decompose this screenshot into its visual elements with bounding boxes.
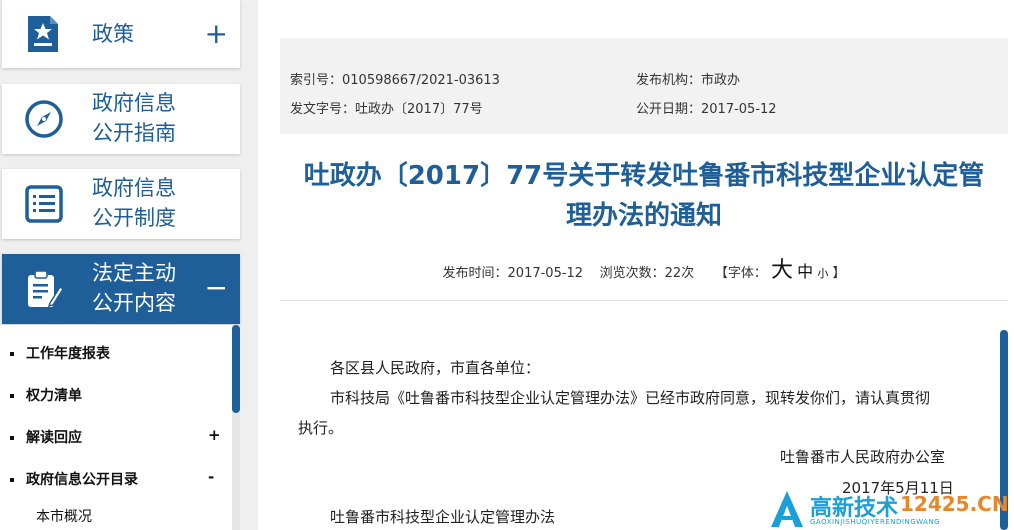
sidebar-item-policy[interactable]: 政策 + [2, 0, 240, 68]
sidebar-item-label: 公开内容 [92, 291, 176, 315]
watermark: 高新技术 12425.CN GAOXINJISHUQIYERENDINGWANG [770, 488, 1014, 530]
expand-toggle[interactable]: + [208, 426, 221, 444]
view-count: 浏览次数：22次 [599, 266, 695, 281]
page-title: 吐政办〔2017〕77号关于转发吐鲁番市科技型企业认定管 理办法的通知 [303, 161, 985, 231]
sidebar-subitem[interactable]: 权力清单 [10, 385, 82, 405]
document-meta: 索引号：010598667/2021-03613 发布机构：市政办 发文字号：吐… [280, 38, 1008, 134]
star-document-icon [24, 14, 64, 54]
scrollbar-thumb[interactable] [232, 325, 240, 413]
attachment-title: 吐鲁番市科技型企业认定管理办法 [330, 508, 556, 526]
font-large-button[interactable]: 大 [771, 258, 793, 283]
bullet-icon [10, 394, 14, 398]
sidebar-subchild[interactable]: 本市概况 [36, 506, 92, 526]
list-document-icon [24, 184, 64, 224]
sidebar-item-system[interactable]: 政府信息 公开制度 [2, 169, 240, 239]
sidebar: 政策 + 政府信息 公开指南 政府信息 公开制度 法定主动 公开内容 − 工作年… [0, 0, 258, 530]
bullet-icon [10, 478, 14, 482]
bullet-icon [10, 352, 14, 356]
watermark-domain: 12425.CN [900, 492, 1009, 516]
font-medium-button[interactable]: 中 [797, 262, 813, 281]
sidebar-item-label: 政府信息 [92, 176, 176, 200]
bullet-icon [10, 436, 14, 440]
sidebar-item-statutory[interactable]: 法定主动 公开内容 − [2, 254, 240, 324]
sidebar-item-guide[interactable]: 政府信息 公开指南 [2, 84, 240, 154]
sidebar-subitem[interactable]: 工作年度报表 [10, 343, 110, 363]
sidebar-item-label: 政府信息 [92, 91, 176, 115]
index-number: 索引号：010598667/2021-03613 [290, 73, 500, 88]
publisher: 发布机构：市政办 [636, 73, 741, 88]
publish-time: 发布时间：2017-05-12 [442, 266, 584, 281]
clipboard-pen-icon [24, 269, 65, 309]
sidebar-item-label: 法定主动 [92, 261, 176, 285]
expand-toggle[interactable]: + [205, 20, 228, 48]
body-paragraph: 执行。 [298, 419, 344, 437]
watermark-pinyin: GAOXINJISHUQIYERENDINGWANG [810, 518, 941, 526]
font-small-button[interactable]: 小 [817, 267, 828, 280]
divider [280, 300, 1008, 301]
sidebar-item-label: 政策 [92, 22, 134, 46]
article-info: 发布时间：2017-05-12 浏览次数：22次 【字体： 大 中 小 】 [280, 252, 1008, 284]
salutation: 各区县人民政府，市直各单位： [330, 359, 541, 377]
font-size-label: 【字体： [714, 266, 767, 281]
sidebar-subitem[interactable]: 政府信息公开目录 [10, 469, 138, 489]
font-size-close: 】 [832, 266, 846, 281]
publish-date: 公开日期：2017-05-12 [636, 102, 777, 117]
signature: 吐鲁番市人民政府办公室 [780, 448, 946, 466]
collapse-toggle[interactable]: - [208, 468, 214, 486]
sidebar-subitem[interactable]: 解读回应 [10, 427, 82, 447]
sidebar-item-label: 公开指南 [92, 121, 176, 145]
compass-icon [24, 99, 64, 139]
sidebar-sublist: 工作年度报表 权力清单 解读回应 + 政府信息公开目录 - 本市概况 [0, 325, 240, 530]
sidebar-item-label: 公开制度 [92, 206, 176, 230]
body-paragraph: 市科技局《吐鲁番市科技型企业认定管理办法》已经市政府同意，现转发你们，请认真贯彻 [330, 389, 931, 407]
sidebar-scrollbar[interactable] [232, 325, 240, 530]
collapse-toggle[interactable]: − [205, 274, 228, 302]
document-number: 发文字号：吐政办〔2017〕77号 [290, 102, 483, 117]
watermark-logo-icon [771, 491, 803, 527]
